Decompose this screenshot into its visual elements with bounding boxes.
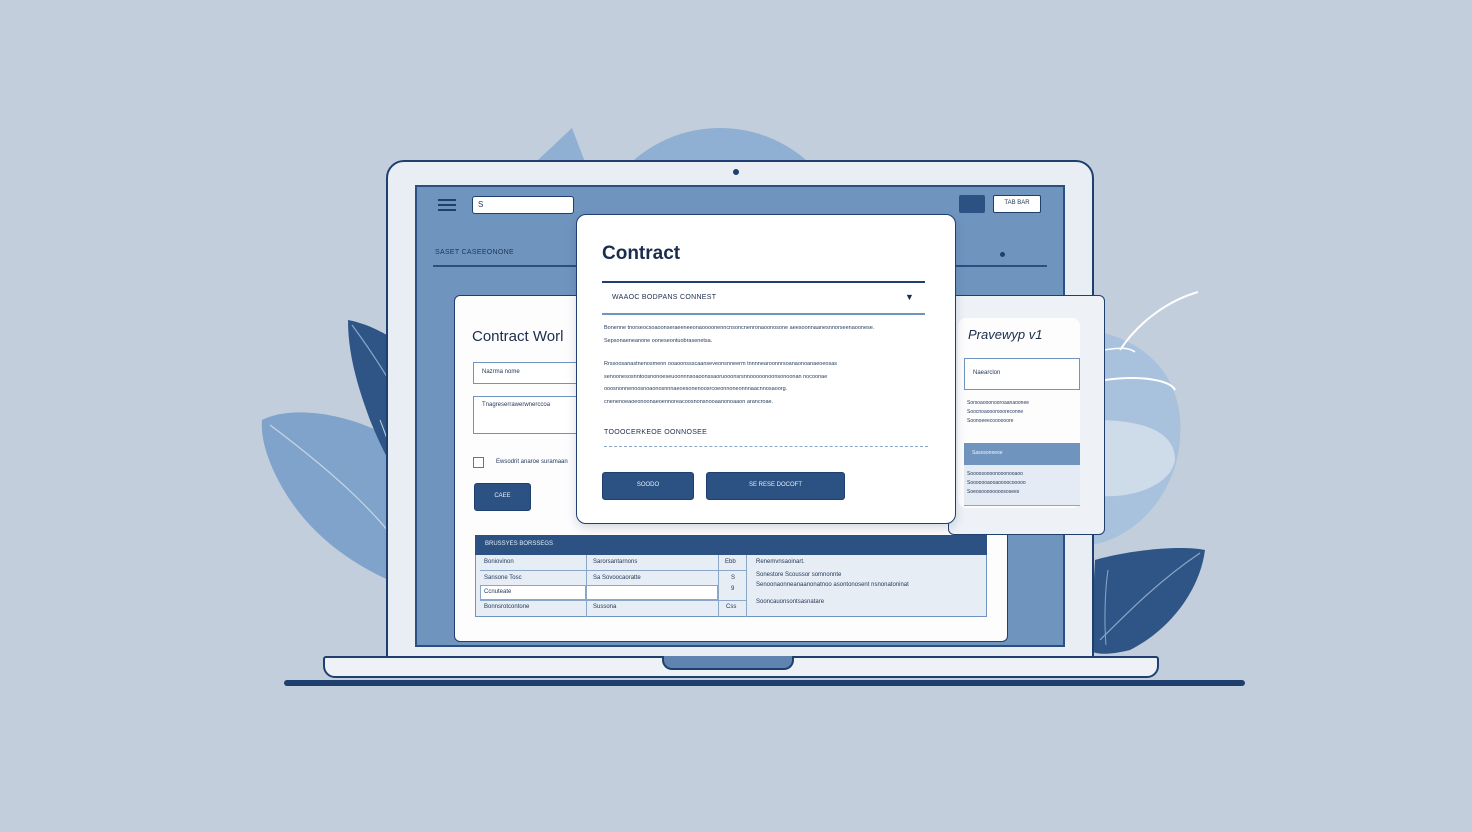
table-cell-input[interactable] [586, 585, 718, 600]
preview-section-line: Sooooooaooaoooocooooo [967, 480, 1026, 486]
preview-line: Soonoeeecoooooore [967, 418, 1014, 424]
hamburger-menu-icon[interactable] [438, 199, 456, 211]
modal-subheading: TOOOCERKEOE OONNOSEE [604, 429, 708, 436]
modal-title-divider [602, 281, 925, 283]
search-input[interactable]: S [472, 196, 574, 214]
table-header: BRUSSYES BORSSEGS [475, 535, 987, 555]
preview-section-line: Soeosoooooooososees [967, 489, 1020, 495]
status-dot-icon [1000, 252, 1005, 257]
table-cell: Sansone Tosc [484, 575, 522, 581]
preview-line: Soocnoaoooroooreconne [967, 409, 1024, 415]
modal-dashed-divider [604, 446, 928, 447]
toolbar-dark-button[interactable] [959, 195, 985, 213]
chevron-down-icon[interactable]: ▼ [905, 292, 914, 302]
name-input[interactable]: Nazrma nome [473, 362, 583, 384]
table-cell: Boniovinon [484, 559, 514, 565]
webcam-icon [733, 169, 739, 175]
card-action-button[interactable]: CAEE [474, 483, 531, 511]
table-row-divider [480, 600, 746, 601]
preview-section-header: Sasosoneeoe [964, 443, 1080, 465]
table-cell: 9 [731, 586, 735, 592]
preview-input[interactable]: Naearclon [964, 358, 1080, 390]
preview-line: Sorsoaooonooroaanaoonee [967, 400, 1029, 406]
toolbar-tab-button[interactable]: TAB BAR [993, 195, 1041, 213]
table-cell: Sa Sovoocaoratte [593, 575, 641, 581]
table-cell: Ccnuteate [484, 589, 512, 595]
table-cell: S [731, 575, 736, 581]
laptop-notch [662, 656, 794, 670]
table-column-divider [746, 555, 747, 617]
secondary-button[interactable]: SE RESE DOCOFT [706, 472, 845, 500]
floor-line [284, 680, 1245, 686]
table-cell: Ebb [725, 559, 736, 565]
select-underline [602, 313, 925, 315]
table-cell: Sussona [593, 604, 617, 610]
primary-button[interactable]: SOODO [602, 472, 694, 500]
checkbox-label: Ewsodrit anaroe suramaan [496, 459, 568, 465]
table-cell: Css [726, 604, 737, 610]
contract-type-select[interactable]: WAAOC BODPANS CONNEST [612, 294, 716, 301]
table-cell: Renemvnsaoinart. [756, 559, 805, 565]
modal-title: Contract [602, 243, 681, 264]
table-cell: Sarorsantarnons [593, 559, 638, 565]
modal-paragraph: Bonenne tnorseocsoaoonseraeeneeonaoooone… [604, 325, 875, 344]
breadcrumb: SASET CASEEONONE [435, 249, 514, 256]
agree-checkbox[interactable] [473, 457, 484, 468]
card-title: Contract Worl [472, 328, 564, 345]
table-cell: Senoonaonneanaanonatnoo asontonosent nsn… [756, 582, 909, 588]
description-textarea[interactable]: Tnagreserrawerwnerccoa [473, 396, 583, 434]
table-row-divider [480, 570, 746, 571]
table-cell: Sonestore Scoussor somnonnte [756, 572, 842, 578]
preview-title: Pravewyp v1 [968, 327, 1043, 342]
modal-paragraph: Rrssoosanastnenosmenn ooaoonssscaanseveo… [604, 361, 838, 405]
preview-section-line: Soooosoooonooonooaoo [967, 471, 1023, 477]
table-cell: Bonnsrotcontone [484, 604, 530, 610]
table-column-divider [718, 555, 719, 617]
table-cell: Sooncauonsontsasnatare [756, 599, 825, 605]
